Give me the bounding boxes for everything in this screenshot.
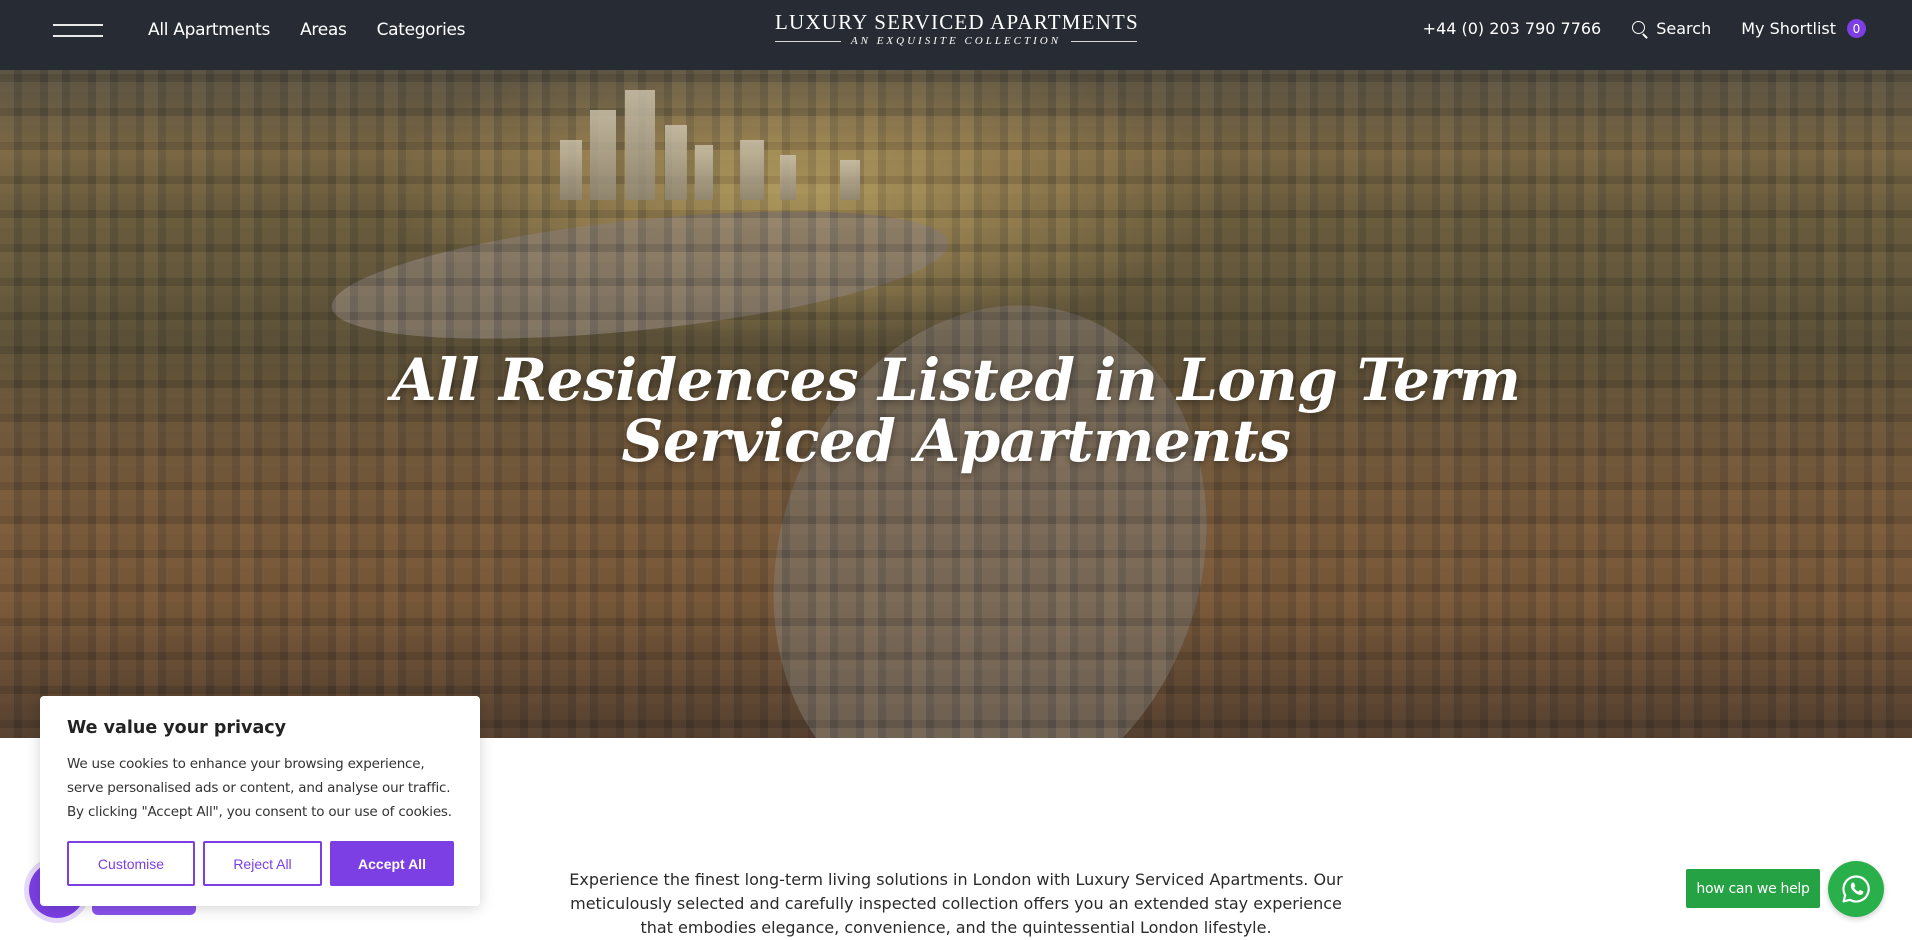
shortlist-button[interactable]: My Shortlist 0 [1741,19,1866,38]
nav-areas[interactable]: Areas [300,20,347,40]
shortlist-label: My Shortlist [1741,19,1836,38]
cookie-actions: Customise Reject All Accept All [67,841,454,886]
hero-image-skyline [540,80,1240,200]
logo-tagline-row: AN EXQUISITE COLLECTION [775,35,1137,47]
whatsapp-button[interactable] [1828,861,1884,917]
hero-title-line-2: Serviced Apartments [621,407,1291,475]
logo-title: LUXURY SERVICED APARTMENTS [775,10,1139,34]
cookie-consent-banner: We value your privacy We use cookies to … [40,696,480,906]
site-header: All Apartments Areas Categories LUXURY S… [0,0,1912,70]
hamburger-menu-icon[interactable] [53,24,103,38]
hero-title-line-1: All Residences Listed in Long Term [391,346,1521,414]
site-logo[interactable]: LUXURY SERVICED APARTMENTS AN EXQUISITE … [775,10,1139,47]
intro-paragraph: Experience the finest long-term living s… [569,870,1343,937]
header-actions: +44 (0) 203 790 7766 Search My Shortlist… [1423,19,1866,38]
reject-all-button[interactable]: Reject All [203,841,322,886]
search-button[interactable]: Search [1631,19,1711,38]
hero-title: All Residences Listed in Long Term Servi… [0,350,1912,472]
logo-tagline: AN EXQUISITE COLLECTION [850,35,1062,47]
main-nav: All Apartments Areas Categories [148,20,466,40]
whatsapp-help-label[interactable]: how can we help [1686,869,1820,908]
nav-categories[interactable]: Categories [377,20,466,40]
whatsapp-icon [1842,875,1870,903]
cookie-title: We value your privacy [67,718,287,738]
customise-button[interactable]: Customise [67,841,195,886]
hero-banner: All Residences Listed in Long Term Servi… [0,70,1912,738]
search-label: Search [1656,19,1712,38]
phone-link[interactable]: +44 (0) 203 790 7766 [1423,19,1602,38]
cookie-body: We use cookies to enhance your browsing … [67,756,452,820]
accept-all-button[interactable]: Accept All [330,841,454,886]
logo-divider-left [775,40,841,42]
search-icon [1631,20,1649,38]
shortlist-count-badge: 0 [1847,19,1866,38]
logo-divider-right [1071,40,1137,42]
nav-all-apartments[interactable]: All Apartments [148,20,270,40]
